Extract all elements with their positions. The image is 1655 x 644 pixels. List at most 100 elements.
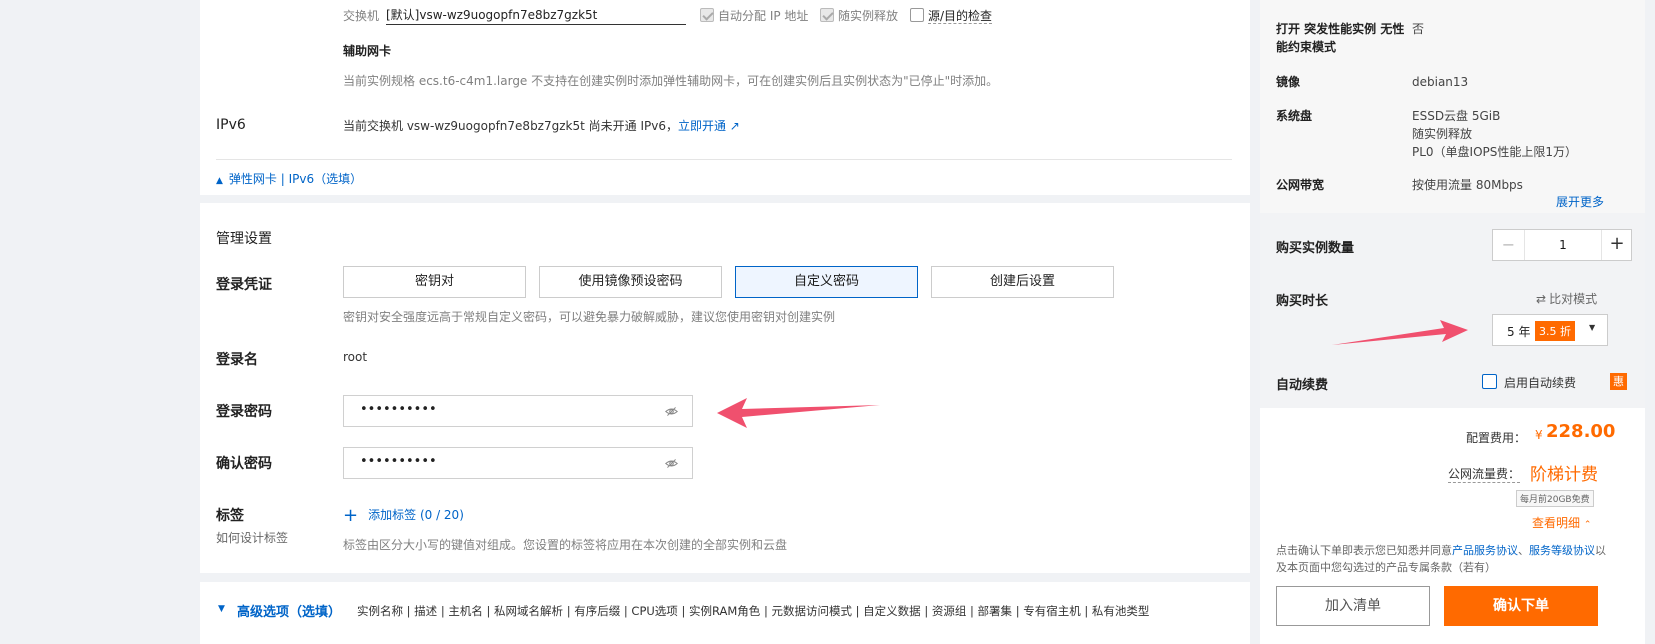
- password-value: ••••••••••: [360, 402, 437, 417]
- quantity-stepper[interactable]: − 1 +: [1492, 229, 1632, 261]
- swap-icon: ⇄: [1536, 292, 1547, 306]
- traffic-fee-value: 阶梯计费: [1530, 465, 1598, 485]
- management-section: 管理设置 登录凭证 密钥对安全强度远高于常规自定义密码，可以避免暴力破解威胁，建…: [200, 203, 1250, 573]
- switch-label: 交换机: [343, 9, 380, 23]
- advanced-title: 高级选项（选填）: [237, 605, 342, 620]
- password-label: 登录密码: [216, 404, 272, 420]
- credential-label: 登录凭证: [216, 277, 272, 293]
- config-fee-label: 配置费用：: [1466, 431, 1527, 445]
- traffic-fee-label: 公网流量费：: [1448, 467, 1521, 483]
- chevron-up-icon: ⌃: [1583, 520, 1592, 530]
- credential-option-image-password[interactable]: 使用镜像预设密码: [539, 266, 722, 298]
- collapse-label: 弹性网卡 | IPv6（选填）: [228, 172, 363, 186]
- secondary-nic-title: 辅助网卡: [343, 44, 392, 58]
- system-disk-label: 系统盘: [1276, 109, 1313, 123]
- disk-line: ESSD云盘 5GiB: [1412, 109, 1501, 123]
- eye-hidden-icon[interactable]: [665, 405, 678, 418]
- section-title: 管理设置: [216, 231, 272, 247]
- purchase-options: 购买实例数量 − 1 + 购买时长 ⇄ 比对模式 5 年 3.5 折 ▼ 自动续费…: [1260, 213, 1645, 408]
- auto-ip-checkbox: 自动分配 IP 地址: [700, 7, 808, 24]
- credential-option-set-later[interactable]: 创建后设置: [931, 266, 1114, 298]
- burst-mode-value: 否: [1412, 22, 1425, 36]
- view-details-label: 查看明细: [1532, 516, 1581, 530]
- product-agreement-link[interactable]: 产品服务协议: [1452, 544, 1518, 557]
- login-name-value: root: [343, 350, 368, 364]
- advanced-options-bar[interactable]: ▼ 高级选项（选填） 实例名称 | 描述 | 主机名 | 私网域名解析 | 有序…: [200, 582, 1250, 644]
- system-disk-value: ESSD云盘 5GiB 随实例释放 PL0（单盘IOPS性能上限1万）: [1412, 107, 1577, 161]
- duration-label: 购买时长: [1276, 294, 1329, 309]
- agreement-text: 点击确认下单即表示您已知悉并同意产品服务协议、服务等级协议以及本页面中您勾选过的…: [1276, 542, 1616, 576]
- tag-count: (0 / 20): [419, 508, 464, 522]
- compare-mode-toggle[interactable]: ⇄ 比对模式: [1536, 290, 1597, 307]
- confirm-password-input[interactable]: ••••••••••: [343, 447, 693, 479]
- annotation-arrow-left: [717, 398, 880, 428]
- secondary-nic-note: 当前实例规格 ecs.t6-c4m1.large 不支持在创建实例时添加弹性辅助…: [343, 74, 999, 88]
- minus-button[interactable]: −: [1493, 230, 1525, 260]
- duration-select[interactable]: 5 年 3.5 折 ▼: [1492, 314, 1608, 346]
- login-name-label: 登录名: [216, 352, 258, 368]
- expand-more-link[interactable]: 展开更多: [1556, 193, 1604, 210]
- sla-link[interactable]: 服务等级协议: [1529, 544, 1595, 557]
- bandwidth-value: 按使用流量 80Mbps: [1412, 178, 1523, 192]
- eye-hidden-icon[interactable]: [665, 457, 678, 470]
- src-dst-check-checkbox[interactable]: 源/目的检查: [910, 7, 993, 24]
- confirm-password-label: 确认密码: [216, 456, 272, 472]
- release-checkbox-box: [820, 8, 834, 22]
- free-quota-badge: 每月前20GB免费: [1516, 490, 1594, 507]
- image-value: debian13: [1412, 75, 1469, 89]
- auto-renew-label: 自动续费: [1276, 378, 1329, 393]
- password-input[interactable]: ••••••••••: [343, 395, 693, 427]
- discount-badge: 3.5 折: [1535, 321, 1575, 341]
- image-label: 镜像: [1276, 75, 1301, 89]
- config-fee-value: 228.00: [1546, 421, 1616, 442]
- view-details-link[interactable]: 查看明细 ⌃: [1532, 514, 1591, 531]
- tag-help-link[interactable]: 如何设计标签: [216, 529, 288, 546]
- price-area: 配置费用： ¥ 228.00 公网流量费： 阶梯计费 每月前20GB免费 查看明…: [1260, 408, 1645, 644]
- auto-renew-checkbox[interactable]: 启用自动续费: [1482, 374, 1576, 391]
- release-label: 随实例释放: [838, 9, 899, 23]
- divider: [216, 159, 1232, 160]
- plus-icon: +: [343, 505, 359, 526]
- quantity-value[interactable]: 1: [1525, 230, 1601, 260]
- ipv6-enable-link[interactable]: 立即开通: [678, 119, 726, 133]
- compare-mode-label: 比对模式: [1549, 292, 1598, 306]
- annotation-arrow-right: [1332, 320, 1468, 345]
- confirm-order-button[interactable]: 确认下单: [1444, 586, 1598, 626]
- credential-option-keypair[interactable]: 密钥对: [343, 266, 526, 298]
- summary-details: 打开 突发性能实例 无性能约束模式 否 镜像 debian13 系统盘 ESSD…: [1260, 0, 1645, 209]
- promo-badge: 惠: [1610, 373, 1627, 390]
- auto-ip-checkbox-box: [700, 8, 714, 22]
- caret-down-icon: ▼: [218, 604, 225, 614]
- advanced-items: 实例名称 | 描述 | 主机名 | 私网域名解析 | 有序后缀 | CPU选项 …: [357, 604, 1150, 618]
- caret-up-icon: ▲: [216, 176, 223, 186]
- burst-mode-label: 打开 突发性能实例 无性能约束模式: [1276, 22, 1405, 54]
- src-dst-check-box[interactable]: [910, 8, 924, 22]
- plus-button[interactable]: +: [1601, 230, 1632, 260]
- network-section: 交换机 [默认]vsw-wz9uogopfn7e8bz7gzk5t 自动分配 I…: [200, 0, 1250, 195]
- credential-option-custom-password[interactable]: 自定义密码: [735, 266, 918, 298]
- disk-line: 随实例释放: [1412, 127, 1473, 141]
- add-tag-button[interactable]: + 添加标签 (0 / 20): [343, 505, 464, 526]
- add-tag-label: 添加标签: [368, 508, 417, 522]
- auto-renew-box[interactable]: [1482, 374, 1497, 389]
- switch-select[interactable]: [默认]vsw-wz9uogopfn7e8bz7gzk5t: [386, 6, 686, 25]
- confirm-password-value: ••••••••••: [360, 454, 437, 469]
- auto-ip-label: 自动分配 IP 地址: [718, 9, 809, 23]
- disk-line: PL0（单盘IOPS性能上限1万）: [1412, 145, 1578, 159]
- external-link-icon: ↗: [725, 119, 740, 133]
- config-fee-currency: ¥: [1535, 428, 1543, 442]
- add-to-list-button[interactable]: 加入清单: [1276, 586, 1430, 626]
- agreement-prefix: 点击确认下单即表示您已知悉并同意: [1276, 544, 1452, 557]
- agreement-sep: 、: [1518, 544, 1529, 557]
- ipv6-label: IPv6: [216, 117, 246, 133]
- bandwidth-label: 公网带宽: [1276, 178, 1325, 192]
- nic-ipv6-collapse-toggle[interactable]: ▲ 弹性网卡 | IPv6（选填）: [216, 170, 362, 187]
- ipv6-note: 当前交换机 vsw-wz9uogopfn7e8bz7gzk5t 尚未开通 IPv…: [343, 117, 740, 134]
- tag-note: 标签由区分大小写的键值对组成。您设置的标签将应用在本次创建的全部实例和云盘: [343, 538, 788, 552]
- tag-label: 标签: [216, 508, 244, 524]
- src-dst-check-label: 源/目的检查: [928, 9, 993, 24]
- ipv6-note-text: 当前交换机 vsw-wz9uogopfn7e8bz7gzk5t 尚未开通 IPv…: [343, 119, 678, 133]
- release-checkbox: 随实例释放: [820, 7, 898, 24]
- credential-note: 密钥对安全强度远高于常规自定义密码，可以避免暴力破解威胁，建议您使用密钥对创建实…: [343, 310, 836, 324]
- auto-renew-text: 启用自动续费: [1504, 376, 1577, 390]
